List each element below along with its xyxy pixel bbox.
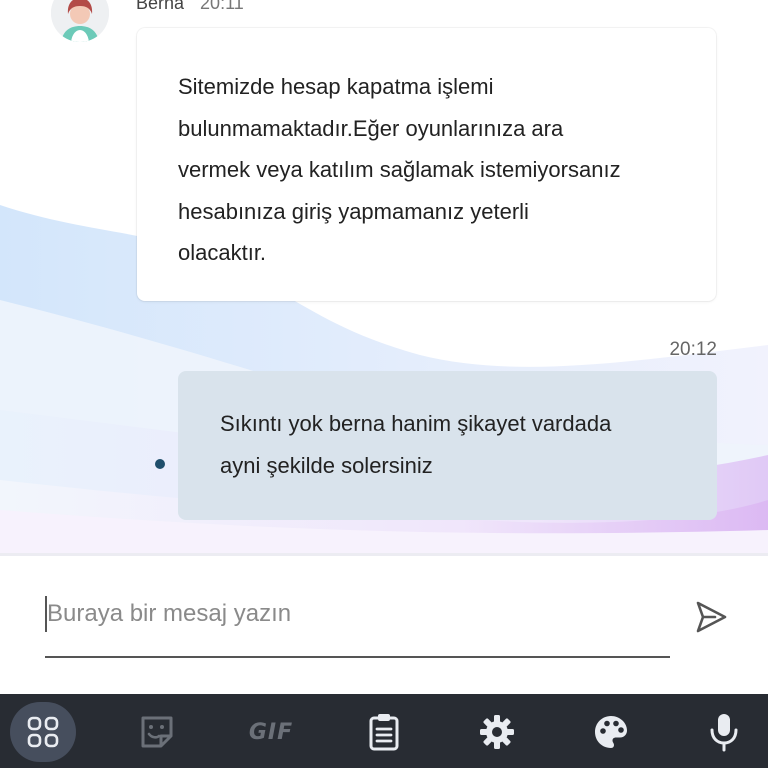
outgoing-message-bubble[interactable]: Sıkıntı yok berna hanim şikayet vardada … xyxy=(178,371,717,520)
voice-input-button[interactable] xyxy=(684,702,764,762)
incoming-message-text: Sitemizde hesap kapatma işlemi bulunmama… xyxy=(178,74,621,265)
apps-button[interactable] xyxy=(10,702,76,762)
send-icon xyxy=(696,601,727,633)
outgoing-message-text: Sıkıntı yok berna hanim şikayet vardada … xyxy=(220,411,612,478)
sticker-icon xyxy=(141,716,173,748)
keyboard-toolbar: GIF xyxy=(0,694,768,768)
microphone-icon xyxy=(710,714,738,752)
send-button[interactable] xyxy=(690,596,732,638)
input-underline xyxy=(45,656,670,658)
sender-name: Berna xyxy=(136,0,185,13)
gear-icon xyxy=(480,715,514,749)
sender-info: Berna 20:11 xyxy=(136,0,244,14)
clipboard-button[interactable] xyxy=(344,702,424,762)
incoming-message-bubble[interactable]: Sitemizde hesap kapatma işlemi bulunmama… xyxy=(137,28,716,301)
incoming-message-time: 20:11 xyxy=(200,0,244,13)
message-composer xyxy=(0,556,768,694)
chat-area[interactable]: Berna 20:11 Sitemizde hesap kapatma işle… xyxy=(0,0,768,555)
outgoing-message-time: 20:12 xyxy=(669,339,717,360)
sticker-button[interactable] xyxy=(117,702,197,762)
message-status-dot xyxy=(155,459,165,469)
palette-icon xyxy=(595,716,627,748)
clipboard-icon xyxy=(369,714,399,751)
gif-icon: GIF xyxy=(248,719,294,745)
theme-button[interactable] xyxy=(571,702,651,762)
text-caret xyxy=(45,596,47,632)
settings-button[interactable] xyxy=(457,702,537,762)
gif-button[interactable]: GIF xyxy=(231,702,311,762)
message-input[interactable] xyxy=(45,584,670,644)
apps-icon xyxy=(27,716,59,748)
